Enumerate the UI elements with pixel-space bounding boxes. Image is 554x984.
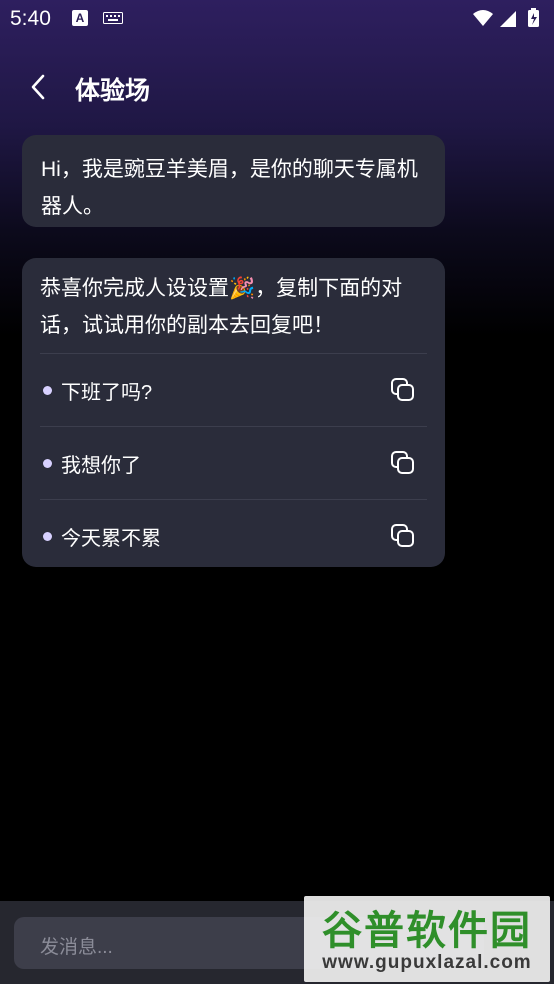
copy-icon[interactable] (389, 449, 417, 477)
suggestion-text: 下班了吗? (61, 381, 153, 404)
message-text: 恭喜你完成人设设置🎉，复制下面的对话，试试用你的副本去回复吧！ (40, 277, 403, 337)
bullet-icon (43, 531, 52, 541)
a-icon: A (72, 10, 88, 26)
keyboard-icon (103, 12, 123, 24)
status-bar: 5:40 A (0, 0, 554, 36)
watermark-url: www.gupuxlazal.com (322, 952, 532, 973)
wifi-icon (473, 10, 493, 26)
watermark-title: 谷普软件园 (322, 908, 532, 954)
bot-message-bubble: Hi，我是豌豆羊美眉，是你的聊天专属机器人。 (22, 135, 445, 227)
suggestion-item[interactable]: 今天累不累 (40, 500, 427, 572)
copy-icon[interactable] (389, 376, 417, 404)
page-title: 体验场 (75, 77, 151, 105)
status-time: 5:40 (10, 7, 51, 30)
bullet-icon (43, 385, 52, 395)
app-header: 体验场 (0, 60, 554, 116)
message-text: Hi，我是豌豆羊美眉，是你的聊天专属机器人。 (41, 158, 418, 218)
chevron-left-icon[interactable] (24, 70, 54, 104)
bot-message-bubble: 恭喜你完成人设设置🎉，复制下面的对话，试试用你的副本去回复吧！ 下班了吗? 我想… (22, 258, 445, 567)
suggestion-text: 我想你了 (61, 454, 141, 477)
suggestion-item[interactable]: 我想你了 (40, 427, 427, 499)
watermark: 谷普软件园 www.gupuxlazal.com (304, 896, 550, 982)
copy-icon[interactable] (389, 522, 417, 550)
suggestion-item[interactable]: 下班了吗? (40, 354, 427, 426)
suggestion-text: 今天累不累 (61, 527, 161, 550)
system-status-icons (473, 8, 539, 27)
signal-icon (500, 11, 516, 27)
message-input-placeholder: 发消息... (40, 937, 113, 958)
bullet-icon (43, 458, 52, 468)
